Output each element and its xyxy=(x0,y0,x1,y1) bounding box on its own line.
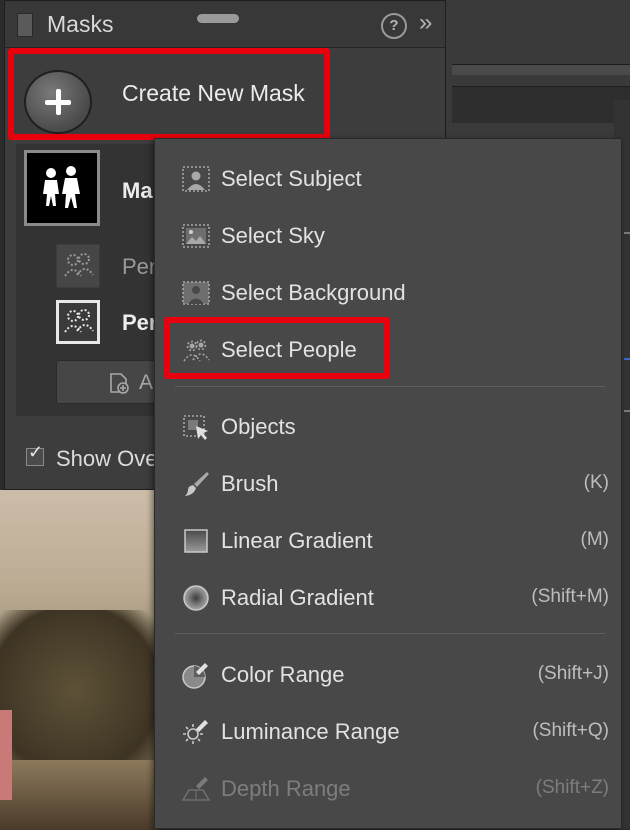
menu-separator xyxy=(175,386,605,387)
menu-item-label: Depth Range xyxy=(221,776,351,801)
objects-icon xyxy=(183,415,208,440)
menu-item-depth-range[interactable]: Depth Range (Shift+Z) xyxy=(155,763,621,813)
select-sky-icon xyxy=(182,224,210,248)
highlight-create-new-mask xyxy=(8,48,330,140)
photo-log xyxy=(0,760,160,830)
menu-item-objects[interactable]: Objects xyxy=(155,401,621,451)
menu-item-shortcut: (M) xyxy=(580,529,609,550)
show-overlay-label: Show Ove xyxy=(56,446,158,471)
add-mask-icon xyxy=(110,373,129,394)
menu-item-label: Objects xyxy=(221,414,296,439)
menu-item-shortcut: (Shift+Q) xyxy=(532,720,609,741)
right-panel-tick xyxy=(624,358,630,360)
select-subject-icon xyxy=(182,166,210,192)
radial-gradient-icon xyxy=(183,585,209,611)
panel-toggle-icon[interactable] xyxy=(17,13,33,37)
color-range-icon xyxy=(182,663,208,689)
menu-item-label: Radial Gradient xyxy=(221,585,374,610)
panel-title: Masks xyxy=(47,11,114,37)
menu-item-brush[interactable]: Brush (K) xyxy=(155,458,621,508)
masks-header: Masks ? » xyxy=(5,1,445,48)
expand-icon[interactable]: » xyxy=(419,9,432,37)
right-panel-tick xyxy=(624,232,630,234)
select-background-icon xyxy=(182,281,210,305)
checkmark-icon: ✓ xyxy=(28,442,44,462)
menu-separator xyxy=(175,633,605,634)
help-icon[interactable]: ? xyxy=(381,13,407,39)
mask-thumbnail[interactable] xyxy=(24,150,100,226)
depth-range-icon xyxy=(181,777,211,801)
menu-item-label: Select Background xyxy=(221,280,406,305)
right-panel-header xyxy=(452,86,630,123)
photo-subject-edge xyxy=(0,710,12,800)
menu-item-select-subject[interactable]: Select Subject xyxy=(155,153,621,203)
menu-item-label: Color Range xyxy=(221,662,345,687)
mask-name[interactable]: Ma xyxy=(122,178,153,204)
highlight-select-people xyxy=(164,317,390,379)
menu-item-luminance-range[interactable]: Luminance Range (Shift+Q) xyxy=(155,706,621,756)
menu-item-shortcut: (K) xyxy=(583,472,609,493)
right-panel-tick xyxy=(624,410,630,412)
create-mask-menu: Select Subject Select Sky Select Backgro… xyxy=(154,138,622,829)
menu-item-radial-gradient[interactable]: Radial Gradient (Shift+M) xyxy=(155,572,621,622)
menu-item-linear-gradient[interactable]: Linear Gradient (M) xyxy=(155,515,621,565)
drag-handle[interactable] xyxy=(197,14,239,23)
menu-item-label: Linear Gradient xyxy=(221,528,373,553)
people-mask-thumbnail-selected[interactable] xyxy=(56,300,100,344)
menu-item-label: Select Sky xyxy=(221,223,325,248)
menu-item-label: Brush xyxy=(221,471,279,496)
menu-item-label: Select Subject xyxy=(221,166,362,191)
linear-gradient-icon xyxy=(184,529,208,553)
brush-icon xyxy=(185,472,209,496)
menu-item-shortcut: (Shift+M) xyxy=(531,586,609,607)
menu-item-label: Luminance Range xyxy=(221,719,400,744)
menu-item-select-background[interactable]: Select Background xyxy=(155,267,621,317)
menu-item-shortcut: (Shift+Z) xyxy=(535,777,609,798)
menu-item-select-sky[interactable]: Select Sky xyxy=(155,210,621,260)
people-mask-thumbnail[interactable] xyxy=(56,244,100,288)
sub-mask-label[interactable]: Per xyxy=(122,254,156,280)
right-panel-strip xyxy=(452,64,630,75)
luminance-range-icon xyxy=(183,720,208,744)
add-button-label: A xyxy=(139,371,154,394)
sub-mask-label-selected[interactable]: Per xyxy=(122,310,157,336)
menu-item-color-range[interactable]: Color Range (Shift+J) xyxy=(155,649,621,699)
menu-item-shortcut: (Shift+J) xyxy=(537,663,609,684)
